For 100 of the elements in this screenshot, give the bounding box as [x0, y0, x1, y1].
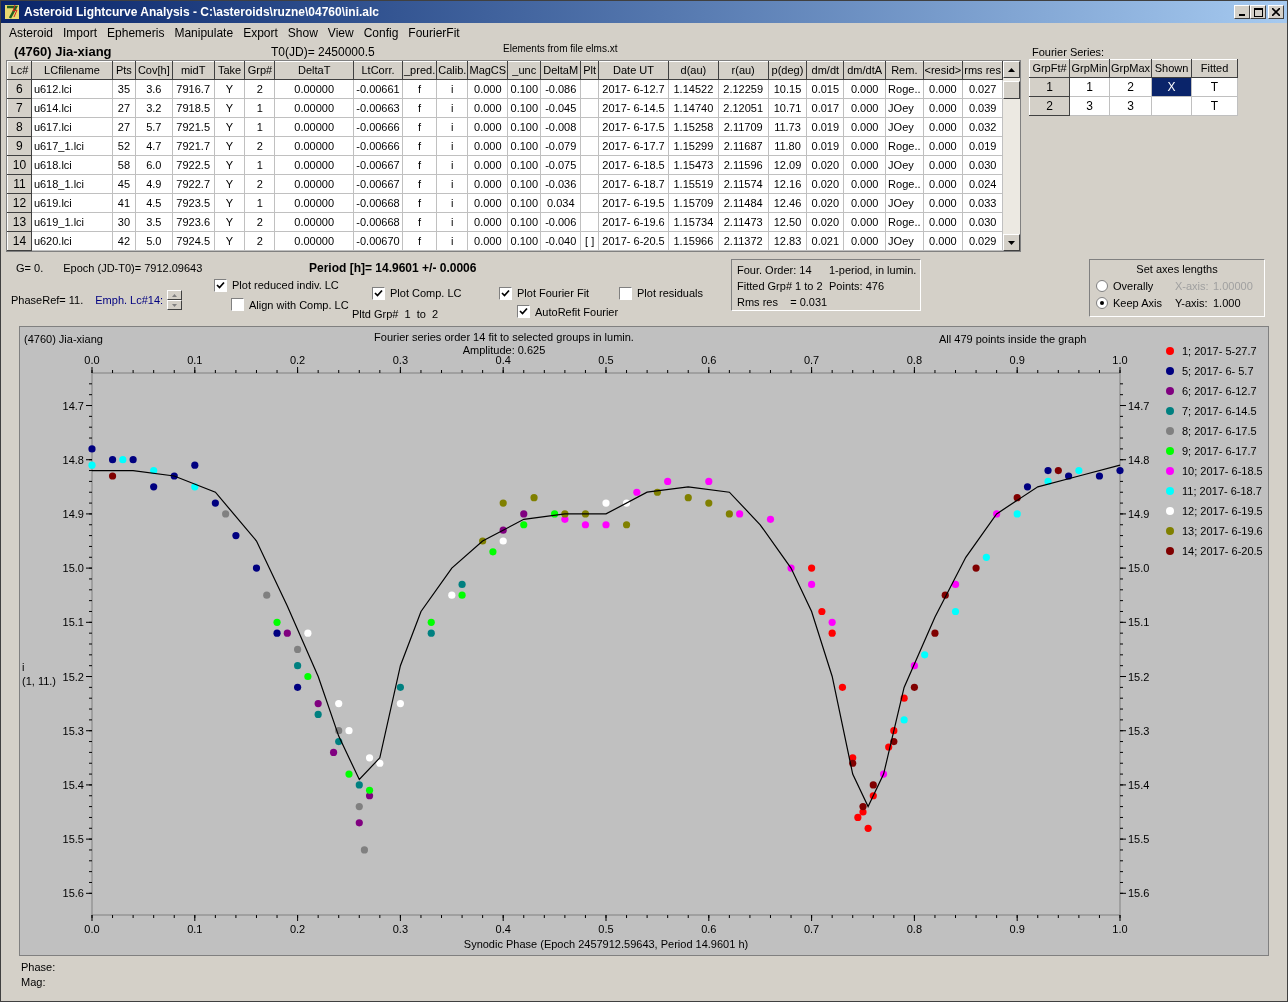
column-header[interactable]: Lc#	[7, 61, 32, 80]
menu-item[interactable]: Config	[358, 23, 404, 42]
column-header[interactable]: Rem.	[885, 61, 923, 80]
legend-label: 5; 2017- 6- 5.7	[1182, 363, 1254, 379]
tick-label: 15.4	[1128, 778, 1150, 791]
table-cell: 0.019	[806, 117, 844, 137]
table-cell: -0.00670	[353, 231, 403, 251]
column-header[interactable]: Pts	[112, 61, 136, 80]
table-cell: 4.7	[135, 136, 173, 156]
column-header[interactable]: dm/dt	[806, 61, 844, 80]
table-cell: 7921.5	[172, 117, 215, 137]
menu-item[interactable]: Asteroid	[4, 23, 59, 42]
column-header[interactable]: LtCorr.	[353, 61, 403, 80]
table-cell: 0.000	[467, 79, 508, 99]
table-cell: -0.00667	[353, 155, 403, 175]
phase-ref: PhaseRef= 11.	[11, 292, 84, 308]
table-cell: 0.00000	[274, 79, 354, 99]
menu-item[interactable]: FourierFit	[403, 23, 465, 42]
column-header[interactable]: DeltaM	[540, 61, 581, 80]
table-cell: 0.000	[467, 231, 508, 251]
column-header[interactable]: GrpFt#	[1029, 59, 1070, 78]
column-header[interactable]: Fitted	[1191, 59, 1238, 78]
table-cell: 0.000	[467, 117, 508, 137]
column-header[interactable]: _unc	[507, 61, 541, 80]
menu-item[interactable]: Ephemeris	[102, 23, 170, 42]
table-cell: 0.000	[843, 212, 886, 232]
table-cell: Y	[214, 136, 245, 156]
table-cell: 5.0	[135, 231, 173, 251]
menu-item[interactable]: Show	[282, 23, 323, 42]
tick-label: 14.7	[1128, 399, 1150, 412]
column-header[interactable]: Cov[h]	[135, 61, 173, 80]
menu-item[interactable]: View	[322, 23, 359, 42]
column-header[interactable]: GrpMax	[1109, 59, 1152, 78]
menu-item[interactable]: Import	[58, 23, 103, 42]
column-header[interactable]: p(deg)	[768, 61, 807, 80]
table-cell: 0.000	[467, 212, 508, 232]
table-cell: f	[402, 193, 437, 213]
table-cell: 3	[1109, 96, 1152, 116]
tick-label: 0.2	[289, 355, 306, 366]
table-cell: 2	[244, 79, 275, 99]
table-cell: -0.086	[540, 79, 581, 99]
column-header[interactable]: dm/dtA	[843, 61, 886, 80]
tick-label: 15.6	[1128, 887, 1150, 900]
table-cell: i	[436, 174, 468, 194]
column-header[interactable]: Take	[214, 61, 245, 80]
table-cell: 41	[112, 193, 136, 213]
table-cell: 0.019	[962, 136, 1003, 156]
column-header[interactable]: Grp#	[244, 61, 275, 80]
column-header[interactable]: GrpMin	[1069, 59, 1110, 78]
table-cell: u614.lci	[31, 98, 113, 118]
table-cell: Y	[214, 174, 245, 194]
column-header[interactable]: LCfilename	[31, 61, 113, 80]
table-cell: 2017- 6-17.5	[598, 117, 669, 137]
table-cell: 0.000	[843, 193, 886, 213]
table-cell: 10.15	[768, 79, 807, 99]
elements-label: Elements from file elms.xt	[503, 42, 618, 56]
column-header[interactable]: MagCS	[467, 61, 508, 80]
table-cell: 0.030	[962, 155, 1003, 175]
column-header[interactable]: midT	[172, 61, 215, 80]
tick-label: 15.3	[62, 724, 84, 737]
table-cell: f	[402, 79, 437, 99]
legend-label: 9; 2017- 6-17.7	[1182, 443, 1257, 459]
status-label: Mag:	[21, 975, 47, 990]
table-cell: 11.80	[768, 136, 807, 156]
column-header[interactable]: Date UT	[598, 61, 669, 80]
table-cell: 0.015	[806, 79, 844, 99]
x-axis-label: Synodic Phase (Epoch 2457912.59643, Period 14.9601 h)	[463, 938, 749, 950]
axis-field[interactable]: 1.000	[1213, 294, 1241, 312]
table-cell: T	[1191, 77, 1238, 97]
table-cell: Y	[214, 155, 245, 175]
column-header[interactable]: <resid>	[923, 61, 963, 80]
table-cell: 2	[244, 136, 275, 156]
column-header[interactable]: Calib.	[436, 61, 468, 80]
table-cell: 0.000	[843, 174, 886, 194]
period-value: Period [h]= 14.9601 +/- 0.0006	[309, 260, 478, 274]
table-cell: 0.017	[806, 98, 844, 118]
table-cell: 0.100	[507, 79, 541, 99]
table-cell: JOey	[885, 231, 923, 251]
axes-panel-title: Set axes lengths	[1136, 262, 1218, 277]
table-cell: Roge..	[885, 136, 923, 156]
table-cell: 0.000	[923, 193, 963, 213]
column-header[interactable]: d(au)	[668, 61, 719, 80]
table-cell: 0.030	[962, 212, 1003, 232]
table-cell: T	[1191, 96, 1238, 116]
table-cell: 0.020	[806, 174, 844, 194]
table-cell: 27	[112, 98, 136, 118]
column-header[interactable]: Shown	[1151, 59, 1192, 78]
tick-label: 0.1	[187, 923, 203, 935]
menu-item[interactable]: Export	[238, 23, 283, 42]
table-cell: 0.021	[806, 231, 844, 251]
table-cell: 12.83	[768, 231, 807, 251]
column-header[interactable]: DeltaT	[274, 61, 354, 80]
epoch-value: Epoch (JD-T0)= 7912.09643	[63, 261, 203, 274]
menu-item[interactable]: Manipulate	[169, 23, 239, 42]
table-cell: 2.11372	[718, 231, 769, 251]
column-header[interactable]: rms res	[962, 61, 1003, 80]
column-header[interactable]: _pred.	[402, 61, 437, 80]
tick-label: 0.4	[495, 923, 511, 935]
column-header[interactable]: r(au)	[718, 61, 769, 80]
table-cell: -0.00666	[353, 117, 403, 137]
